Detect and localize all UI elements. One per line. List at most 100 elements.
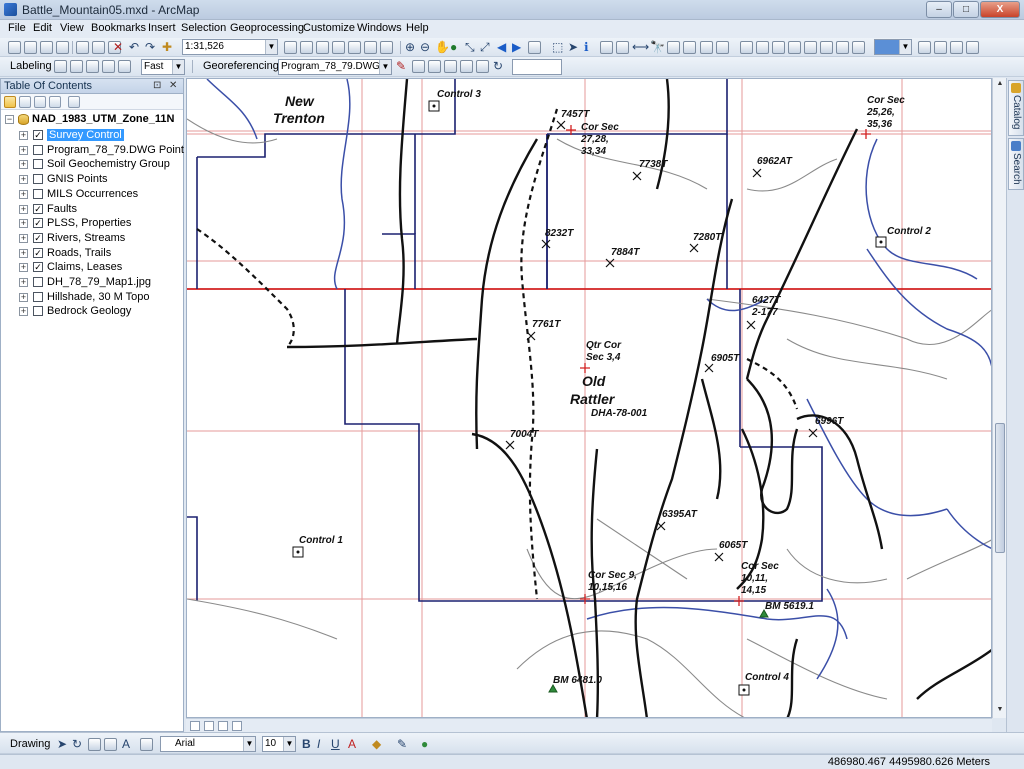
list-by-drawing-order-icon[interactable] xyxy=(4,96,16,108)
scrollbar-thumb[interactable] xyxy=(995,423,1005,553)
drawing-menu[interactable]: Drawing xyxy=(10,738,50,750)
layer-visibility-checkbox[interactable] xyxy=(33,144,43,155)
menu-edit[interactable]: Edit xyxy=(33,22,52,34)
html-popup-icon[interactable] xyxy=(616,41,629,54)
map-scale-combobox[interactable]: 1:31,526 ▼ xyxy=(182,39,278,55)
layer-visibility-checkbox[interactable]: ✓ xyxy=(33,203,43,214)
menu-selection[interactable]: Selection xyxy=(181,22,226,34)
find-icon[interactable]: 🔭 xyxy=(650,39,665,55)
delete-icon[interactable]: ✕ xyxy=(113,39,123,55)
rectangle-tool-icon[interactable] xyxy=(104,738,117,751)
add-data-icon[interactable]: ✚ xyxy=(162,39,172,55)
pause-labeling-icon[interactable] xyxy=(86,60,99,73)
layer-row[interactable]: + ✓ Survey Control xyxy=(1,128,183,143)
layer-label[interactable]: Survey Control xyxy=(47,129,124,141)
layer-visibility-checkbox[interactable] xyxy=(33,291,43,302)
create-viewer-icon[interactable] xyxy=(716,41,729,54)
layer-row[interactable]: + GNIS Points xyxy=(1,172,183,187)
dataframe-row[interactable]: − NAD_1983_UTM_Zone_11N xyxy=(1,112,183,127)
layout-tool-8-icon[interactable] xyxy=(852,41,865,54)
expand-icon[interactable]: + xyxy=(19,204,28,214)
cut-icon[interactable] xyxy=(76,41,89,54)
layout-tool-3-icon[interactable] xyxy=(772,41,785,54)
menu-windows[interactable]: Windows xyxy=(357,22,402,34)
expand-icon[interactable]: + xyxy=(19,263,28,273)
layer-label[interactable]: Program_78_79.DWG Point xyxy=(47,144,184,156)
layer-visibility-checkbox[interactable] xyxy=(33,159,43,170)
open-folder-icon[interactable] xyxy=(24,41,37,54)
expand-icon[interactable]: + xyxy=(19,278,28,287)
map-view[interactable]: New Trenton Control 3 7457T Cor Sec 27,2… xyxy=(186,78,992,718)
map-canvas[interactable]: New Trenton Control 3 7457T Cor Sec 27,2… xyxy=(187,79,992,718)
layout-tool-6-icon[interactable] xyxy=(820,41,833,54)
refresh-view-button[interactable] xyxy=(218,721,228,731)
layer-row[interactable]: + Soil Geochemistry Group xyxy=(1,157,183,172)
expand-icon[interactable]: + xyxy=(19,189,28,199)
select-elements-pointer-icon[interactable]: ➤ xyxy=(57,736,67,752)
print-icon[interactable] xyxy=(56,41,69,54)
layer-label[interactable]: PLSS, Properties xyxy=(47,217,131,229)
layout-view-button[interactable] xyxy=(204,721,214,731)
close-button[interactable]: X xyxy=(980,1,1020,18)
layer-row[interactable]: + DH_78_79_Map1.jpg xyxy=(1,275,183,290)
list-by-visibility-icon[interactable] xyxy=(34,96,46,108)
layer-visibility-checkbox[interactable] xyxy=(33,277,43,287)
layer-visibility-checkbox[interactable]: ✓ xyxy=(33,218,43,229)
rotate-icon[interactable] xyxy=(428,60,441,73)
menu-geoprocessing[interactable]: Geoprocessing xyxy=(230,22,304,34)
toc-options-icon[interactable] xyxy=(68,96,80,108)
layer-label[interactable]: MILS Occurrences xyxy=(47,188,138,200)
layout-tool-7-icon[interactable] xyxy=(836,41,849,54)
underline-icon[interactable]: U xyxy=(331,736,340,752)
layout-tool-9-icon[interactable] xyxy=(918,41,931,54)
scroll-up-icon[interactable]: ▲ xyxy=(995,80,1005,90)
view-link-table-icon[interactable] xyxy=(412,60,425,73)
lock-labels-icon[interactable] xyxy=(70,60,83,73)
time-slider-icon[interactable] xyxy=(700,41,713,54)
text-tool-icon[interactable]: A xyxy=(122,736,130,752)
refresh-icon[interactable]: ↻ xyxy=(493,58,503,74)
menu-customize[interactable]: Customize xyxy=(303,22,355,34)
layout-tool-10-icon[interactable] xyxy=(934,41,947,54)
layer-row[interactable]: + ✓ Claims, Leases xyxy=(1,260,183,275)
layer-visibility-checkbox[interactable]: ✓ xyxy=(33,262,43,273)
georef-transparency-field[interactable] xyxy=(512,59,562,75)
fixed-zoom-in-icon[interactable]: ⤡ xyxy=(465,39,475,55)
zoom-in-icon[interactable]: ⊕ xyxy=(405,39,415,55)
minimize-button[interactable]: – xyxy=(926,1,952,18)
layout-tool-11-icon[interactable] xyxy=(950,41,963,54)
update-display-icon[interactable] xyxy=(476,60,489,73)
menu-insert[interactable]: Insert xyxy=(148,22,176,34)
layer-label[interactable]: DH_78_79_Map1.jpg xyxy=(47,276,151,288)
layout-tool-2-icon[interactable] xyxy=(756,41,769,54)
convert-labels-icon[interactable] xyxy=(118,60,131,73)
save-icon[interactable] xyxy=(40,41,53,54)
forward-extent-icon[interactable]: ▶ xyxy=(512,39,521,55)
view-unplaced-labels-icon[interactable] xyxy=(102,60,115,73)
python-window-icon[interactable] xyxy=(364,41,377,54)
full-extent-icon[interactable]: ● xyxy=(450,39,457,55)
layout-tool-5-icon[interactable] xyxy=(804,41,817,54)
expand-icon[interactable]: + xyxy=(19,248,28,258)
modelbuilder-icon[interactable] xyxy=(380,41,393,54)
font-combobox[interactable]: Arial ▼ xyxy=(160,736,256,752)
select-features-icon[interactable] xyxy=(528,41,541,54)
select-elements-icon[interactable]: ➤ xyxy=(568,39,578,55)
back-extent-icon[interactable]: ◀ xyxy=(497,39,506,55)
expand-icon[interactable]: + xyxy=(19,307,28,317)
font-size-combobox[interactable]: 10 ▼ xyxy=(262,736,296,752)
layer-label[interactable]: Bedrock Geology xyxy=(47,305,131,317)
layout-tool-1-icon[interactable] xyxy=(740,41,753,54)
copy-icon[interactable] xyxy=(92,41,105,54)
labeling-menu[interactable]: Labeling xyxy=(10,60,52,72)
expand-icon[interactable]: + xyxy=(19,219,28,229)
auto-adjust-icon[interactable] xyxy=(460,60,473,73)
shift-icon[interactable] xyxy=(444,60,457,73)
table-of-contents-icon[interactable] xyxy=(300,41,313,54)
draw-quality-combobox[interactable]: Fast ▼ xyxy=(141,59,185,75)
layer-row[interactable]: + ✓ Rivers, Streams xyxy=(1,231,183,246)
font-color-icon[interactable]: A xyxy=(348,736,356,752)
add-control-points-icon[interactable]: ✎ xyxy=(396,58,406,74)
layer-label[interactable]: Claims, Leases xyxy=(47,261,122,273)
maximize-button[interactable]: □ xyxy=(953,1,979,18)
